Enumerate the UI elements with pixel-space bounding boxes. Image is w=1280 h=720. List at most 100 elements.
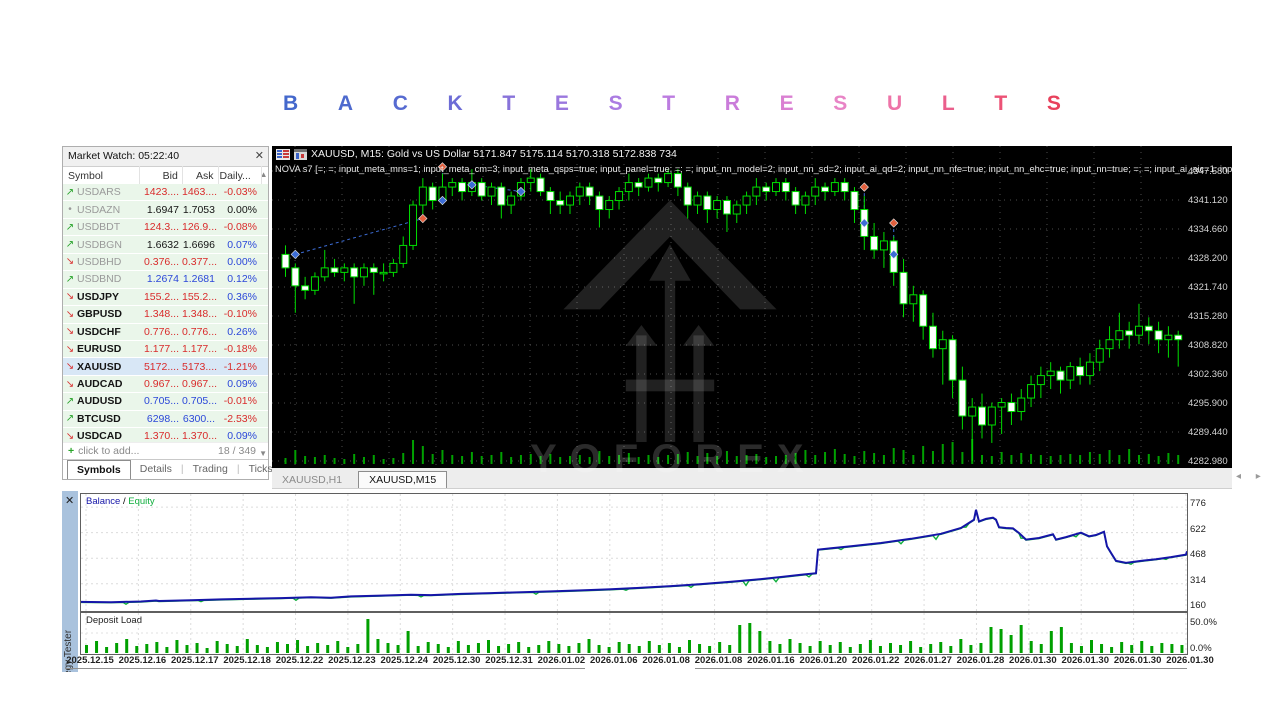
bid-value: 1423.... bbox=[143, 186, 179, 199]
deposit-bar bbox=[778, 644, 782, 653]
daily-change: 0.09% bbox=[227, 378, 257, 391]
date-label: 2026.01.20 bbox=[799, 655, 848, 666]
volume-bar bbox=[1098, 454, 1101, 464]
tab-trading[interactable]: Trading bbox=[184, 460, 237, 479]
chart-window[interactable]: 4347.580 4341.120 4334.660 4328.200 4321.740… bbox=[272, 146, 1232, 468]
candle bbox=[791, 191, 800, 206]
table-row[interactable]: ↗ USDARS 1423.... 1463.... -0.03% bbox=[63, 184, 268, 202]
column-symbol[interactable]: Symbol bbox=[63, 167, 138, 185]
deposit-bar bbox=[1160, 643, 1164, 653]
table-row[interactable]: ↘ EURUSD 1.177... 1.177... -0.18% bbox=[63, 340, 268, 359]
candle bbox=[742, 195, 751, 206]
y-axis-label: 314 bbox=[1190, 574, 1206, 586]
deposit-bar bbox=[255, 645, 259, 653]
volume-bar bbox=[873, 453, 876, 464]
candle bbox=[281, 253, 290, 269]
candle bbox=[772, 182, 780, 193]
volume-bar bbox=[578, 455, 581, 464]
volume-bar bbox=[637, 457, 640, 464]
candle bbox=[448, 182, 457, 188]
symbol-name: XAUUSD bbox=[77, 360, 122, 373]
deposit-load-chart[interactable] bbox=[80, 612, 1188, 655]
deposit-bar bbox=[919, 647, 923, 653]
page-title: BACKTESTRESULTS bbox=[283, 90, 1061, 118]
candle bbox=[409, 204, 418, 246]
table-row[interactable]: ↘ USDCAD 1.370... 1.370... 0.09% bbox=[63, 428, 268, 443]
table-row[interactable]: ↘ USDBHD 0.376... 0.377... 0.00% bbox=[63, 253, 268, 272]
volume-bar bbox=[981, 455, 984, 464]
title-letter: A bbox=[337, 92, 354, 115]
balance-chart[interactable] bbox=[80, 493, 1188, 612]
deposit-bar bbox=[979, 643, 983, 653]
deposit-bar bbox=[125, 639, 129, 653]
candle bbox=[1056, 370, 1065, 381]
volume-bar bbox=[323, 455, 326, 464]
add-symbol-label[interactable]: click to add... bbox=[78, 445, 139, 457]
title-letter: C bbox=[392, 92, 408, 115]
volume-bar bbox=[765, 457, 768, 464]
deposit-bar bbox=[677, 647, 681, 653]
close-icon[interactable]: ✕ bbox=[255, 147, 264, 166]
symbol-name: EURUSD bbox=[77, 343, 122, 356]
candle bbox=[389, 262, 398, 273]
volume-bar bbox=[706, 453, 709, 464]
chart-tab-h1[interactable]: XAUUSD,H1 bbox=[272, 472, 352, 488]
candle bbox=[801, 195, 810, 206]
market-watch-footer[interactable]: + click to add... 18 / 349 ▼ bbox=[63, 442, 268, 460]
column-ask[interactable]: Ask bbox=[181, 167, 217, 185]
deposit-bar bbox=[657, 645, 661, 653]
table-row[interactable]: ↘ USDJPY 155.2... 155.2... 0.36% bbox=[63, 288, 268, 307]
volume-bar bbox=[1049, 456, 1052, 464]
daily-change: 0.07% bbox=[227, 238, 257, 251]
daily-change: 0.36% bbox=[227, 290, 257, 303]
daily-change: 0.12% bbox=[227, 273, 257, 286]
column-daily[interactable]: Daily... bbox=[217, 167, 260, 185]
volume-bar bbox=[392, 458, 395, 464]
candle bbox=[624, 182, 633, 193]
sell-marker-icon bbox=[889, 218, 899, 228]
candlestick-chart[interactable]: 4347.5804341.1204334.6604328.2004321.740… bbox=[272, 146, 1232, 468]
deposit-bar bbox=[537, 645, 541, 653]
table-row[interactable]: ↗ USDBND 1.2674 1.2681 0.12% bbox=[63, 271, 268, 289]
tab-symbols[interactable]: Symbols bbox=[67, 460, 131, 479]
add-symbol-icon[interactable]: + bbox=[63, 445, 78, 457]
table-row[interactable]: ↗ AUDUSD 0.705... 0.705... -0.01% bbox=[63, 393, 268, 411]
volume-bar bbox=[402, 453, 405, 464]
equity-line bbox=[80, 510, 1188, 606]
candle bbox=[1027, 384, 1036, 399]
deposit-bar bbox=[225, 644, 229, 653]
tab-scroll-arrows-icon[interactable]: ◂ ▸ bbox=[1236, 471, 1267, 482]
trend-up-icon: ↗ bbox=[65, 239, 75, 251]
symbol-name: USDBND bbox=[77, 273, 122, 286]
volume-bar bbox=[470, 452, 473, 464]
column-bid[interactable]: Bid bbox=[138, 167, 181, 185]
title-letter: L bbox=[941, 92, 955, 115]
table-row[interactable]: ↘ USDCHF 0.776... 0.776... 0.26% bbox=[63, 323, 268, 341]
deposit-bar bbox=[1170, 644, 1174, 653]
chart-title: XAUUSD, M15: Gold vs US Dollar 5171.847 … bbox=[311, 148, 677, 160]
deposit-bar bbox=[85, 645, 88, 653]
table-row[interactable]: ↗ USDBDT 124.3... 126.9... -0.08% bbox=[63, 218, 268, 237]
table-row[interactable]: ↘ XAUUSD 5172.... 5173.... -1.21% bbox=[63, 358, 268, 376]
table-row[interactable]: • USDAZN 1.6947 1.7053 0.00% bbox=[63, 201, 268, 219]
deposit-bar bbox=[135, 646, 139, 653]
table-row[interactable]: ↘ AUDCAD 0.967... 0.967... 0.09% bbox=[63, 375, 268, 394]
table-row[interactable]: ↗ USDBGN 1.6632 1.6696 0.07% bbox=[63, 236, 268, 254]
volume-bar bbox=[892, 448, 895, 464]
candle bbox=[840, 182, 849, 193]
volume-bar bbox=[559, 457, 562, 464]
candle bbox=[379, 271, 388, 275]
tester-sidebar: ✕ Strategy Tester bbox=[62, 491, 78, 672]
trend-down-icon: ↘ bbox=[65, 256, 75, 268]
tab-details[interactable]: Details bbox=[131, 460, 181, 479]
close-icon[interactable]: ✕ bbox=[65, 494, 74, 507]
volume-bar bbox=[627, 453, 630, 464]
chart-tab-m15[interactable]: XAUUSD,M15 bbox=[358, 471, 448, 488]
deposit-bar bbox=[205, 648, 209, 653]
y-axis-label: 160 bbox=[1190, 600, 1206, 612]
table-row[interactable]: ↗ BTCUSD 6298... 6300... -2.53% bbox=[63, 410, 268, 429]
volume-bar bbox=[647, 455, 650, 464]
title-letter: E bbox=[554, 92, 569, 115]
candle bbox=[369, 267, 378, 273]
table-row[interactable]: ↘ GBPUSD 1.348... 1.348... -0.10% bbox=[63, 306, 268, 324]
